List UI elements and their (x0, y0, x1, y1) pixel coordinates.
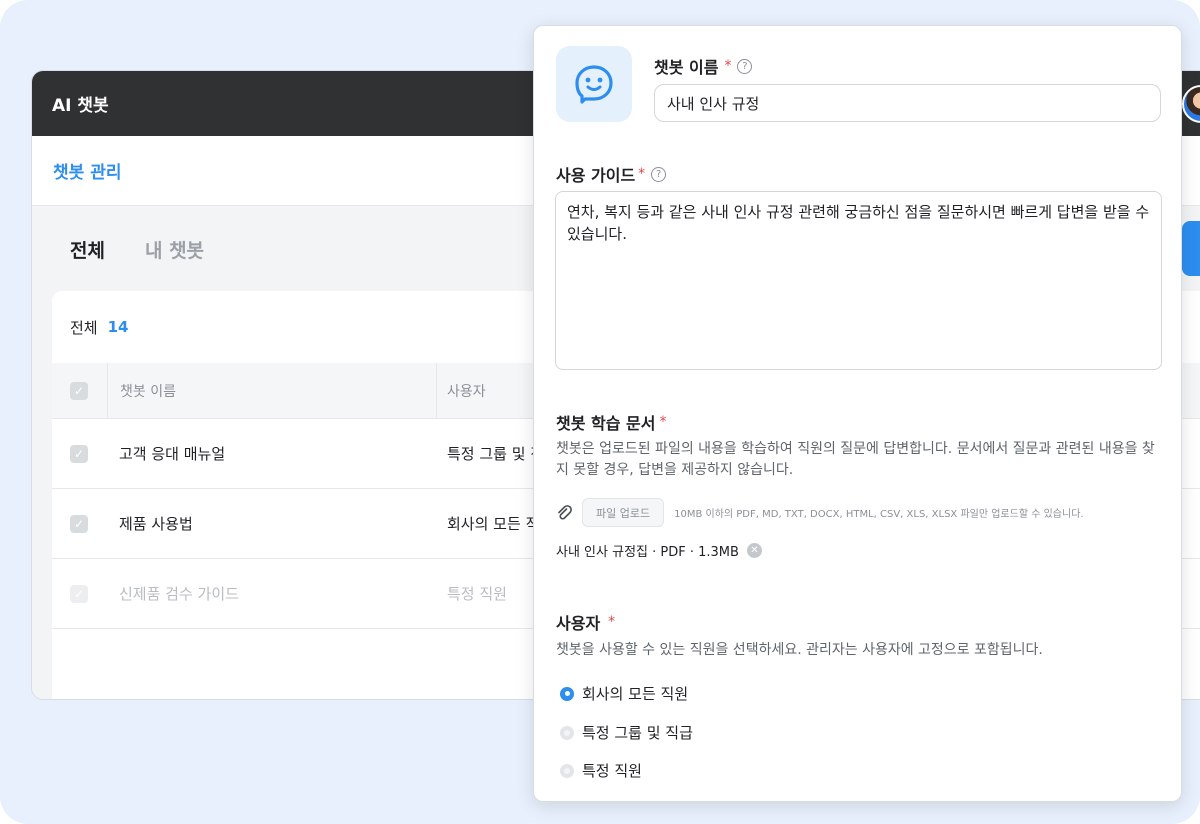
required-mark: * (724, 58, 732, 74)
upload-hint: 10MB 이하의 PDF, MD, TXT, DOCX, HTML, CSV, … (674, 509, 1084, 520)
required-mark: * (659, 414, 667, 430)
radio-option-all-employees[interactable]: 회사의 모든 직원 (560, 683, 688, 704)
usage-guide-textarea[interactable]: 연차, 복지 등과 같은 사내 인사 규정 관련해 궁금하신 점을 질문하시면 … (555, 191, 1162, 370)
paperclip-icon (558, 504, 572, 520)
row-user: 특정 그룹 및 직 (447, 445, 545, 463)
row-checkbox[interactable]: ✓ (70, 584, 88, 603)
row-checkbox[interactable]: ✓ (70, 444, 88, 463)
section-title[interactable]: 챗봇 관리 (53, 158, 121, 183)
help-icon[interactable]: ? (651, 166, 667, 182)
radio-label: 회사의 모든 직원 (582, 685, 689, 703)
remove-file-icon[interactable]: ✕ (746, 543, 762, 558)
radio-label: 특정 그룹 및 직급 (582, 724, 693, 742)
count-value: 14 (107, 318, 129, 336)
required-mark: * (608, 614, 616, 630)
chatbot-settings-panel: 챗봇 이름 * ? 사용 가이드 * ? 연차, 복지 등과 같은 사내 인사 … (533, 25, 1182, 802)
row-user: 특정 직원 (447, 585, 507, 603)
training-docs-description: 챗봇은 업로드된 파일의 내용을 학습하여 직원의 질문에 답변합니다. 문서에… (556, 441, 1155, 478)
users-label: 사용자 * (556, 610, 615, 634)
radio-button[interactable] (560, 686, 574, 701)
chatbot-name-label: 챗봇 이름 * ? (654, 54, 753, 78)
users-description: 챗봇을 사용할 수 있는 직원을 선택하세요. 관리자는 사용자에 고정으로 포… (556, 642, 1043, 658)
tab-my-chatbots[interactable]: 내 챗봇 (145, 236, 204, 263)
row-name: 제품 사용법 (119, 515, 193, 533)
usage-guide-label-text: 사용 가이드 (556, 166, 636, 185)
row-name: 고객 응대 매뉴얼 (119, 445, 226, 463)
file-upload-button[interactable]: 파일 업로드 (582, 498, 665, 527)
uploaded-file: 사내 인사 규정집 · PDF · 1.3MB ✕ (556, 541, 762, 560)
check-icon: ✓ (73, 383, 85, 398)
radio-option-groups-ranks[interactable]: 특정 그룹 및 직급 (560, 722, 693, 743)
row-checkbox[interactable]: ✓ (70, 514, 88, 533)
user-avatar[interactable] (1182, 85, 1200, 123)
create-chatbot-button[interactable] (1182, 221, 1200, 276)
chatbot-name-input[interactable] (654, 84, 1161, 122)
chatbot-name-label-text: 챗봇 이름 (654, 58, 719, 77)
users-label-text: 사용자 (556, 614, 601, 633)
upload-row: 파일 업로드 10MB 이하의 PDF, MD, TXT, DOCX, HTML… (556, 498, 1084, 527)
help-icon[interactable]: ? (737, 58, 753, 74)
radio-label: 특정 직원 (582, 762, 642, 780)
chatbot-avatar[interactable] (556, 46, 632, 122)
column-header-name[interactable]: 챗봇 이름 (107, 363, 437, 418)
column-header-user[interactable]: 사용자 (437, 381, 486, 401)
training-docs-label-text: 챗봇 학습 문서 (556, 414, 656, 433)
count-label: 전체 (70, 318, 98, 337)
uploaded-file-name: 사내 인사 규정집 · PDF · 1.3MB (556, 545, 739, 560)
row-name: 신제품 검수 가이드 (119, 585, 239, 603)
check-icon: ✓ (73, 516, 85, 531)
app-title: AI 챗봇 (52, 96, 109, 116)
row-user: 회사의 모든 직 (447, 515, 540, 533)
radio-option-specific-employees[interactable]: 특정 직원 (560, 760, 642, 781)
required-mark: * (638, 166, 646, 182)
check-icon: ✓ (73, 446, 85, 461)
usage-guide-label: 사용 가이드 * ? (556, 162, 667, 186)
radio-button[interactable] (560, 763, 574, 778)
chatbot-face-icon (575, 65, 613, 104)
select-all-checkbox[interactable]: ✓ (70, 381, 88, 400)
radio-button[interactable] (560, 725, 574, 740)
tab-all[interactable]: 전체 (70, 236, 105, 263)
training-docs-label: 챗봇 학습 문서 * (556, 410, 666, 434)
check-icon: ✓ (73, 586, 85, 601)
